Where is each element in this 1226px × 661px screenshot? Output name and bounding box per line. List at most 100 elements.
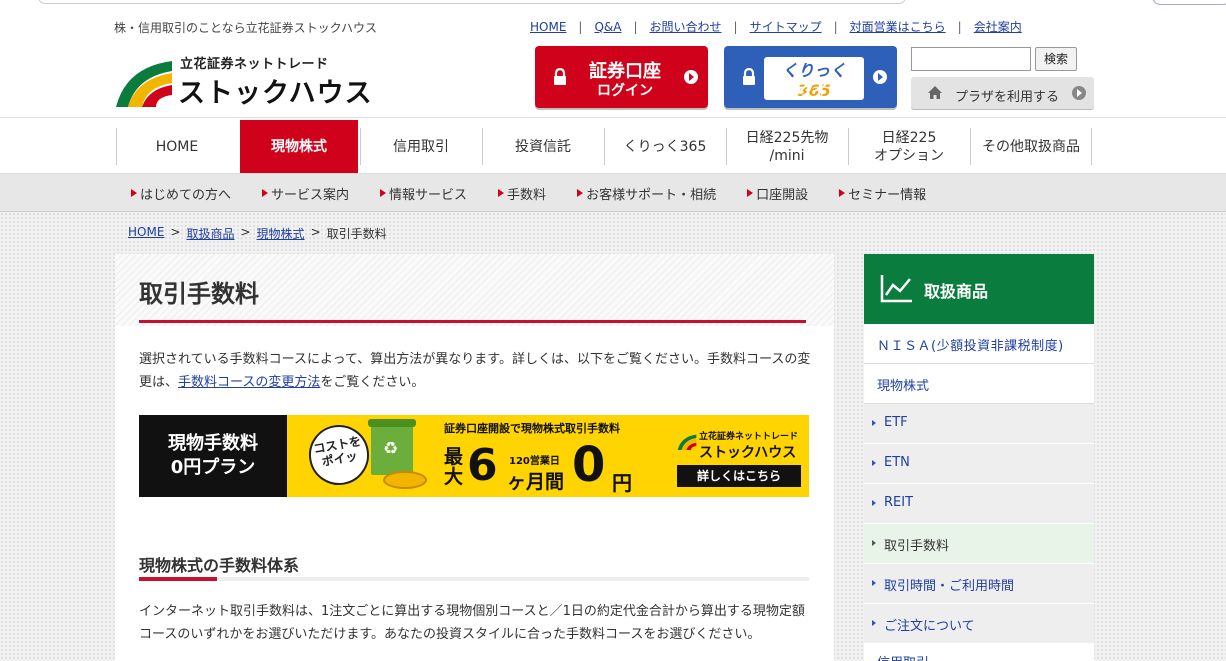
nav-nikkei-futures[interactable]: 日経225先物 /mini [726, 118, 848, 175]
securities-login-button[interactable]: 証券口座 ログイン [535, 46, 708, 108]
logo-emblem-icon [677, 434, 697, 450]
fee-course-change-link[interactable]: 手数料コースの変更方法 [178, 375, 320, 390]
line-chart-icon [880, 275, 912, 303]
sidebar-item-margin[interactable]: 信用取引 [864, 644, 1094, 661]
breadcrumb-stocks[interactable]: 現物株式 [257, 225, 305, 242]
title-area: 取引手数料 [115, 254, 834, 326]
top-bar-shape [38, 0, 906, 4]
coins-icon [383, 471, 427, 489]
triangle-right-icon [577, 189, 584, 197]
arrow-right-icon [873, 70, 887, 84]
breadcrumb-home[interactable]: HOME [128, 225, 164, 242]
triangle-right-icon [747, 189, 754, 197]
sidebar-item-nisa[interactable]: ＮＩＳＡ(少額投資非課税制度) [864, 324, 1094, 364]
subnav-seminar[interactable]: セミナー情報 [839, 184, 926, 203]
title-underline [139, 320, 806, 323]
banner-yen: 円 [612, 471, 632, 495]
bullet-icon [872, 580, 876, 586]
site-header: 株・信用取引のことなら立花証券ストックハウス HOME | Q&A | お問い合わせ… [0, 7, 1226, 117]
banner-cost-badge: コストを ポイッ [304, 420, 374, 490]
top-link-company[interactable]: 会社案内 [974, 18, 1022, 35]
section-text: インターネット取引手数料は、1注文ごとに算出する現物個別コースと／1日の約定代金… [139, 604, 805, 642]
arrow-right-icon [1072, 86, 1086, 100]
subnav-services[interactable]: サービス案内 [262, 184, 349, 203]
triangle-right-icon [262, 189, 269, 197]
triangle-right-icon [839, 189, 846, 197]
logo-big-text: ストックハウス [178, 78, 373, 109]
nav-other-products[interactable]: その他取扱商品 [970, 118, 1092, 175]
sidebar-list: ＮＩＳＡ(少額投資非課税制度) 現物株式 ETF ETN REIT 取引手数料 … [864, 324, 1094, 661]
section-underline [139, 577, 809, 581]
bullet-icon [872, 500, 876, 506]
triangle-right-icon [131, 189, 137, 197]
sidebar: 取扱商品 ＮＩＳＡ(少額投資非課税制度) 現物株式 ETF ETN REIT 取… [864, 254, 1094, 661]
subnav-support[interactable]: お客様サポート・相続 [577, 184, 716, 203]
tagline: 株・信用取引のことなら立花証券ストックハウス [114, 21, 378, 35]
banner-left-label: 現物手数料 0円プラン [139, 415, 287, 497]
breadcrumb: HOME > 取扱商品 > 現物株式 > 取引手数料 [128, 225, 387, 242]
top-link-face-to-face[interactable]: 対面営業はこちら [850, 18, 946, 35]
top-right-shape [1152, 0, 1226, 5]
sub-nav: はじめての方へ サービス案内 情報サービス 手数料 お客様サポート・相続 口座開… [0, 174, 1226, 212]
nav-margin[interactable]: 信用取引 [360, 118, 482, 175]
sidebar-item-etf[interactable]: ETF [864, 404, 1094, 444]
banner-zero: 0 [572, 437, 606, 493]
sidebar-item-trading-hours[interactable]: 取引時間・ご利用時間 [864, 564, 1094, 604]
main-content: 取引手数料 選択されている手数料コースによって、算出方法が異なります。詳しくは、… [115, 254, 834, 661]
banner-headline: 証券口座開設で現物株式取引手数料 [444, 422, 620, 435]
sidebar-header: 取扱商品 [864, 254, 1094, 324]
banner-months: ヶ月間 [507, 471, 565, 493]
banner-days: 120営業日 [509, 456, 560, 467]
subnav-info[interactable]: 情報サービス [380, 184, 467, 203]
nav-home[interactable]: HOME [116, 118, 238, 175]
banner-detail-button: 詳しくはこちら [677, 465, 801, 487]
sidebar-item-fees[interactable]: 取引手数料 [864, 524, 1094, 564]
subnav-fees[interactable]: 手数料 [498, 184, 546, 203]
nav-stocks[interactable]: 現物株式 [240, 120, 358, 173]
lock-icon [554, 68, 566, 85]
top-link-contact[interactable]: お問い合わせ [650, 18, 722, 35]
lock-icon [743, 68, 755, 85]
kurikku365-login-button[interactable]: くりっく365 ログイン [724, 46, 897, 108]
subnav-beginners[interactable]: はじめての方へ [131, 184, 231, 203]
browser-top-strip [0, 0, 1226, 7]
section-title: 現物株式の手数料体系 [139, 556, 300, 575]
logo-small-text: 立花証券ネットトレード [180, 57, 329, 72]
breadcrumb-products[interactable]: 取扱商品 [186, 225, 234, 242]
nav-funds[interactable]: 投資信託 [482, 118, 604, 175]
banner-max-label: 最大 [444, 446, 464, 488]
nav-kurikku365[interactable]: くりっく365 [604, 118, 726, 175]
sidebar-item-etn[interactable]: ETN [864, 444, 1094, 484]
triangle-right-icon [380, 189, 387, 197]
plaza-button[interactable]: プラザを利用する [911, 77, 1094, 109]
nav-nikkei-options[interactable]: 日経225 オプション [848, 118, 970, 175]
securities-login-label: ログイン [597, 83, 653, 99]
banner-six: 6 [467, 440, 498, 491]
triangle-right-icon [498, 189, 505, 197]
intro-text: 選択されている手数料コースによって、算出方法が異なります。詳しくは、以下をご覧く… [139, 352, 811, 390]
breadcrumb-current: 取引手数料 [326, 227, 387, 241]
kurikku365-login-label: ログイン [786, 83, 842, 99]
banner-logo: 立花証券ネットトレード ストックハウス [677, 429, 798, 462]
search-input[interactable] [911, 47, 1031, 71]
top-links: HOME | Q&A | お問い合わせ | サイトマップ | 対面営業はこちら | 会社案… [530, 18, 1022, 35]
sidebar-item-reit[interactable]: REIT [864, 484, 1094, 524]
home-icon [928, 86, 942, 99]
recycle-icon: ♻ [383, 439, 399, 459]
sidebar-item-stocks[interactable]: 現物株式 [864, 364, 1094, 404]
subnav-open-account[interactable]: 口座開設 [747, 184, 808, 203]
site-logo[interactable]: 立花証券ネットトレード ストックハウス [114, 53, 374, 111]
search-button[interactable]: 検索 [1035, 47, 1077, 71]
bullet-icon [872, 540, 876, 546]
bullet-icon [872, 460, 876, 466]
logo-emblem-icon [116, 61, 172, 107]
bullet-icon [872, 420, 876, 426]
zero-fee-banner[interactable]: 現物手数料 0円プラン コストを ポイッ ♻ 証券口座開設で現物株式取引手数料 最大… [139, 415, 809, 497]
plaza-button-label: プラザを利用する [955, 90, 1060, 105]
sidebar-header-label: 取扱商品 [924, 282, 989, 301]
top-link-home[interactable]: HOME [530, 20, 566, 34]
sidebar-item-orders[interactable]: ご注文について [864, 604, 1094, 644]
page-title: 取引手数料 [139, 280, 259, 308]
top-link-sitemap[interactable]: サイトマップ [750, 18, 822, 35]
top-link-qa[interactable]: Q&A [594, 20, 621, 34]
